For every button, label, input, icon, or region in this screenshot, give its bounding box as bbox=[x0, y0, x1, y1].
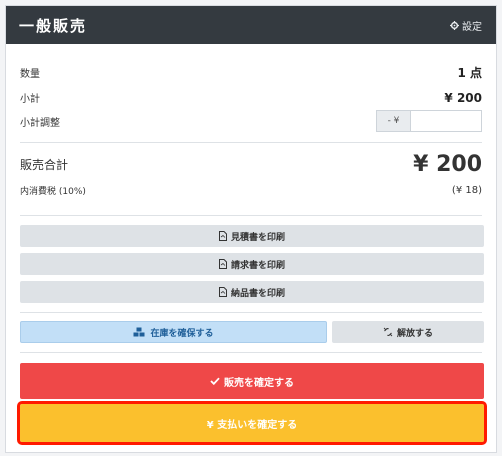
print-invoice-button[interactable]: 請求書を印刷 bbox=[20, 253, 484, 275]
confirm-payment-button[interactable]: ¥ 支払いを確定する bbox=[17, 401, 487, 445]
pdf-file-icon bbox=[218, 231, 227, 241]
quantity-label: 数量 bbox=[20, 69, 40, 80]
pdf-file-icon bbox=[218, 287, 227, 297]
subtotal-row: 小計 ¥ 200 bbox=[20, 90, 482, 106]
tax-label: 内消費税 (10%) bbox=[20, 187, 86, 197]
divider bbox=[20, 142, 482, 143]
subtotal-label: 小計 bbox=[20, 94, 40, 105]
divider bbox=[20, 215, 482, 216]
boxes-icon bbox=[133, 327, 145, 337]
adjustment-row: 小計調整 - ¥ bbox=[20, 110, 482, 132]
adjustment-label: 小計調整 bbox=[20, 117, 60, 129]
release-stock-button[interactable]: 解放する bbox=[332, 321, 484, 343]
divider bbox=[20, 352, 482, 353]
subtotal-value: ¥ 200 bbox=[444, 90, 482, 105]
print-invoice-label: 請求書を印刷 bbox=[230, 260, 285, 271]
confirm-sale-label: 販売を確定する bbox=[224, 377, 294, 389]
pdf-file-icon bbox=[218, 259, 227, 269]
check-icon bbox=[210, 377, 220, 385]
release-stock-label: 解放する bbox=[396, 328, 433, 339]
total-value: ¥ 200 bbox=[413, 152, 482, 177]
unlink-icon bbox=[383, 327, 393, 337]
settings-link[interactable]: 設定 bbox=[450, 18, 482, 33]
confirm-payment-label: ¥ 支払いを確定する bbox=[206, 419, 298, 431]
total-row: 販売合計 ¥ 200 bbox=[20, 152, 482, 177]
total-label: 販売合計 bbox=[20, 158, 69, 172]
adjustment-prefix: - ¥ bbox=[376, 110, 410, 132]
print-delivery-button[interactable]: 納品書を印刷 bbox=[20, 281, 484, 303]
settings-label: 設定 bbox=[462, 21, 482, 33]
quantity-value: 1 点 bbox=[457, 66, 482, 80]
divider bbox=[20, 312, 482, 313]
confirm-sale-button[interactable]: 販売を確定する bbox=[20, 363, 484, 399]
panel-title: 一般販売 bbox=[19, 16, 88, 35]
panel-header: 一般販売 設定 bbox=[6, 6, 496, 44]
gear-icon bbox=[450, 20, 459, 30]
print-estimate-label: 見積書を印刷 bbox=[230, 232, 285, 243]
reserve-stock-button[interactable]: 在庫を確保する bbox=[20, 321, 327, 343]
print-delivery-label: 納品書を印刷 bbox=[230, 288, 285, 299]
quantity-row: 数量 1 点 bbox=[20, 64, 482, 81]
reserve-stock-label: 在庫を確保する bbox=[150, 328, 214, 339]
adjustment-input[interactable] bbox=[410, 110, 482, 132]
print-estimate-button[interactable]: 見積書を印刷 bbox=[20, 225, 484, 247]
tax-row: 内消費税 (10%) (¥ 18) bbox=[20, 184, 482, 197]
adjustment-input-group: - ¥ bbox=[376, 110, 482, 132]
sales-panel: 一般販売 設定 数量 1 点 小計 ¥ 200 小計調整 - ¥ 販売合計 ¥ … bbox=[5, 5, 497, 453]
tax-value: (¥ 18) bbox=[451, 185, 482, 196]
